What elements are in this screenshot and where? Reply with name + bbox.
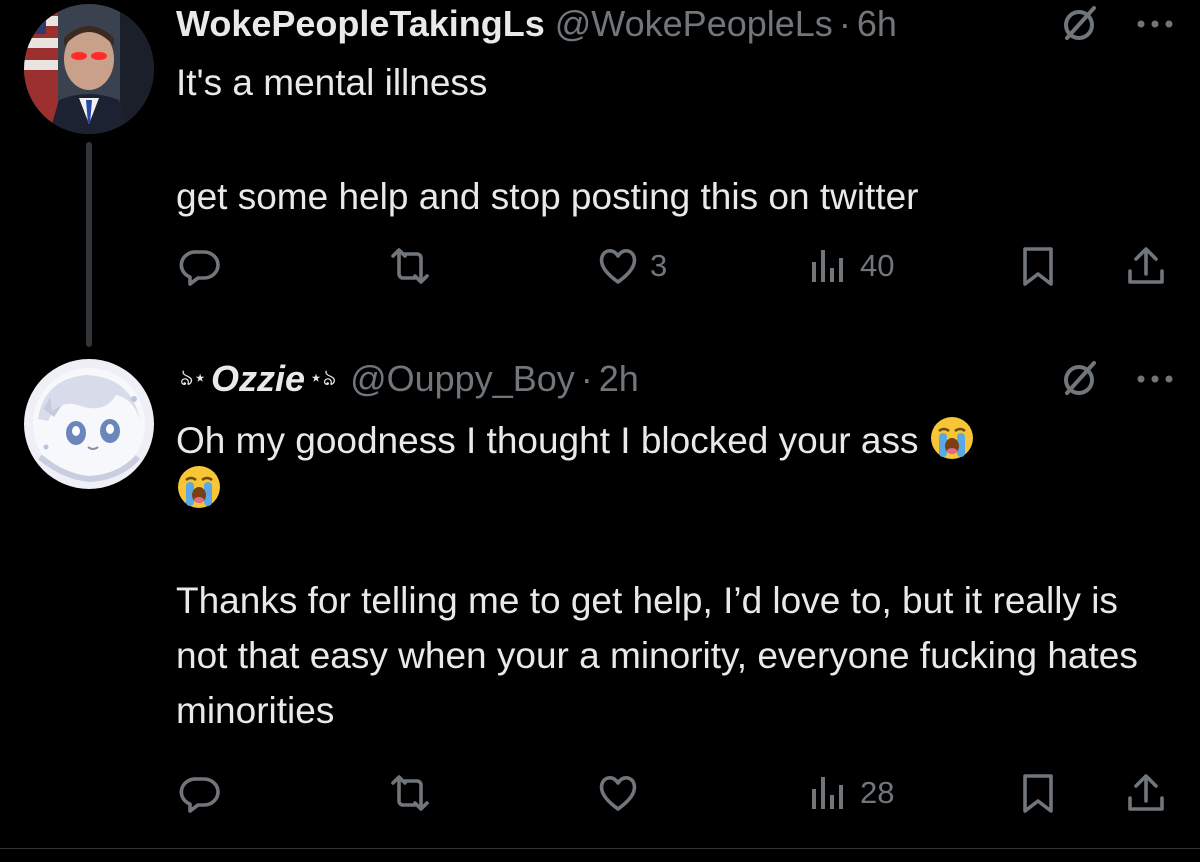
repost-icon [391, 775, 429, 811]
display-name-decoration: ঌ⋆ [180, 364, 208, 390]
timestamp[interactable]: 2h [599, 358, 639, 400]
loudly-crying-face-emoji [178, 466, 220, 508]
share-icon [1128, 247, 1164, 284]
share-icon [1128, 774, 1164, 811]
tweet-ozzie[interactable]: ঌ⋆ Ozzie ⋆ঌ @Ouppy_Boy · 2h Oh my goodne… [0, 345, 1200, 845]
loudly-crying-face-emoji [930, 417, 973, 459]
like-count: 3 [650, 248, 668, 283]
repost-button[interactable] [385, 241, 435, 291]
separator: · [580, 358, 593, 399]
views-icon [812, 250, 843, 282]
bookmark-icon [1023, 774, 1053, 813]
repost-icon [391, 248, 429, 284]
heart-icon [599, 776, 637, 811]
repost-button[interactable] [385, 768, 435, 818]
like-button[interactable] [596, 768, 640, 818]
bookmark-icon [1023, 247, 1053, 286]
share-button[interactable] [1124, 241, 1168, 291]
reply-button[interactable] [178, 241, 222, 291]
display-name[interactable]: WokePeopleTakingLs [176, 3, 545, 45]
grok-icon[interactable] [1058, 357, 1102, 401]
like-button[interactable]: 3 [596, 241, 667, 291]
share-button[interactable] [1124, 768, 1168, 818]
avatar[interactable] [24, 4, 154, 134]
views-count: 28 [860, 775, 895, 810]
tweet-text: It's a mental illness get some help and … [176, 59, 1166, 220]
tweet-text-paragraph: Thanks for telling me to get help, I’d l… [176, 580, 1138, 731]
avatar-image [24, 4, 154, 134]
tweet-wokepeople[interactable]: WokePeopleTakingLs @WokePeopleLs · 6h It… [0, 0, 1200, 347]
tweet-text: Oh my goodness I thought I blocked your … [176, 415, 1166, 738]
views-button[interactable]: 40 [806, 241, 894, 291]
display-name-decoration: ⋆ঌ [309, 364, 337, 390]
heart-icon [599, 249, 637, 284]
tweet-header: ঌ⋆ Ozzie ⋆ঌ @Ouppy_Boy · 2h [176, 355, 639, 403]
tweet-text-span: Oh my goodness I thought I blocked your … [176, 420, 919, 461]
separator: · [838, 3, 851, 44]
avatar-image [24, 359, 154, 489]
handle[interactable]: @Ouppy_Boy [350, 358, 575, 400]
tweet-text-line [176, 464, 1166, 513]
avatar[interactable] [24, 359, 154, 489]
tweet-text-line: It's a mental illness [176, 62, 488, 103]
reply-icon [179, 250, 220, 286]
action-bar: 3 40 [0, 241, 1200, 291]
reply-icon [179, 777, 220, 813]
timestamp[interactable]: 6h [857, 3, 897, 45]
tweet-header: WokePeopleTakingLs @WokePeopleLs · 6h [176, 0, 897, 48]
views-count: 40 [860, 248, 895, 283]
display-name[interactable]: Ozzie [211, 358, 305, 400]
action-bar: 28 [0, 768, 1200, 818]
more-icon[interactable] [1133, 357, 1177, 401]
reply-button[interactable] [178, 768, 222, 818]
bookmark-button[interactable] [1016, 768, 1060, 818]
more-icon[interactable] [1133, 2, 1177, 46]
bookmark-button[interactable] [1016, 241, 1060, 291]
handle[interactable]: @WokePeopleLs [555, 3, 833, 45]
tweet-text-line: get some help and stop posting this on t… [176, 176, 919, 217]
views-button[interactable]: 28 [806, 768, 894, 818]
tweet-text-line: Oh my goodness I thought I blocked your … [176, 415, 1166, 464]
grok-icon[interactable] [1058, 2, 1102, 46]
views-icon [812, 777, 843, 809]
divider [0, 848, 1200, 849]
